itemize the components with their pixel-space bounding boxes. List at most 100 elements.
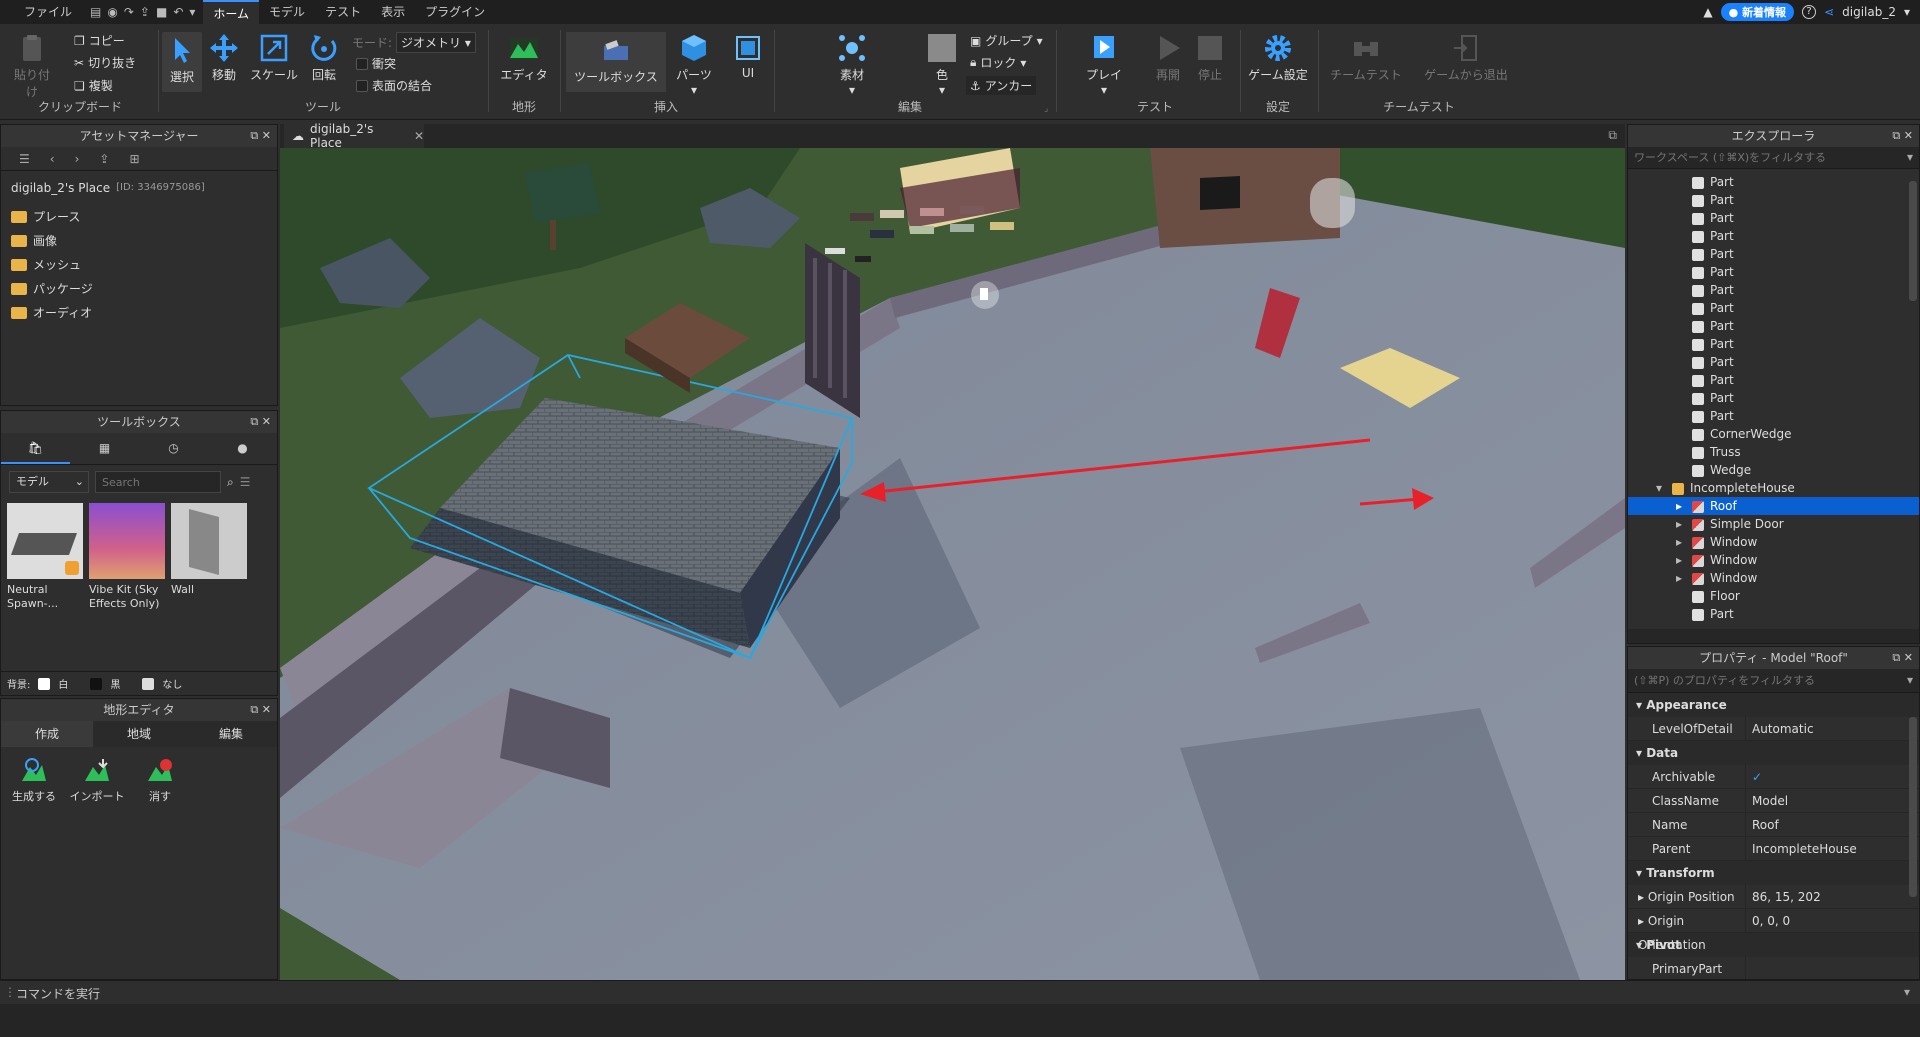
copy-button[interactable]: ❐ コピー (74, 32, 125, 49)
explorer-item[interactable]: Floor (1628, 587, 1919, 605)
menu-plugins[interactable]: プラグイン (415, 0, 495, 24)
asset-folder-places[interactable]: プレース (1, 205, 277, 229)
move-tool-button[interactable]: 移動 (204, 32, 244, 83)
asset-folder-audio[interactable]: オーディオ (1, 301, 277, 325)
explorer-item[interactable]: Part (1628, 281, 1919, 299)
generate-button[interactable]: 生成する (9, 757, 59, 804)
ui-button[interactable]: UI (728, 32, 768, 80)
import-icon[interactable]: ⇪ (99, 152, 109, 166)
explorer-item[interactable]: Part (1628, 191, 1919, 209)
explorer-item[interactable]: Part (1628, 371, 1919, 389)
properties-scrollbar[interactable] (1909, 717, 1917, 897)
lock-button[interactable]: 🔒︎ ロック ▾ (970, 54, 1026, 71)
chevron-down-icon[interactable]: ▾ (939, 83, 945, 97)
chevron-down-icon[interactable]: ▾ (691, 83, 697, 97)
clear-button[interactable]: 消す (135, 757, 185, 804)
new-file-icon[interactable]: ▤ (90, 5, 101, 19)
explorer-hscrollbar[interactable] (1628, 629, 1919, 643)
user-name[interactable]: digilab_2 (1842, 5, 1896, 19)
explorer-item[interactable]: ▸ Roof (1628, 497, 1919, 515)
command-label[interactable]: コマンドを実行 (16, 985, 100, 1002)
resume-button[interactable]: 再開 (1148, 32, 1188, 83)
menu-model[interactable]: モデル (259, 0, 315, 24)
tab-inventory[interactable]: ▦ (70, 433, 139, 464)
redo-icon[interactable]: ↷ (124, 5, 134, 19)
checkmark-icon[interactable]: ✓ (1746, 765, 1762, 788)
explorer-item[interactable]: ▾ IncompleteHouse (1628, 479, 1919, 497)
property-row[interactable]: Parent IncompleteHouse (1628, 837, 1919, 861)
close-icon[interactable]: ✕ (414, 129, 424, 143)
undo-icon[interactable]: ↶ (173, 5, 183, 19)
team-test-button[interactable]: チームテスト (1326, 32, 1406, 83)
chevron-right-icon[interactable]: ▸ (1638, 890, 1644, 904)
filter-icon[interactable]: ☰ (240, 471, 251, 493)
chevron-down-icon[interactable]: ▾ (1907, 150, 1913, 164)
mode-dropdown[interactable]: ジオメトリ ▾ (396, 32, 476, 53)
game-settings-button[interactable]: ゲーム設定 (1244, 32, 1312, 83)
stop-button[interactable]: 停止 (1190, 32, 1230, 83)
chevron-down-icon[interactable]: ▾ (1904, 985, 1910, 999)
explorer-item[interactable]: ▸ Simple Door (1628, 515, 1919, 533)
tab-marketplace[interactable]: 🛍︎ (1, 433, 70, 464)
explorer-item[interactable]: Part (1628, 317, 1919, 335)
explorer-item[interactable]: Part (1628, 173, 1919, 191)
explorer-item[interactable]: Part (1628, 227, 1919, 245)
publish-icon[interactable]: ⇪ (140, 5, 150, 19)
properties-filter-input[interactable] (1628, 669, 1919, 693)
explorer-item[interactable]: ▸ Window (1628, 569, 1919, 587)
chevron-down-icon[interactable]: ▾ (849, 83, 855, 97)
stop-square-icon[interactable]: ■ (156, 5, 167, 19)
duplicate-button[interactable]: ❏ 複製 (74, 77, 113, 94)
checkbox[interactable] (356, 57, 368, 70)
explorer-item[interactable]: Part (1628, 335, 1919, 353)
property-row[interactable]: ▸ Origin Position 86, 15, 202 (1628, 885, 1919, 909)
mode-selector[interactable]: モード: ジオメトリ ▾ (352, 32, 476, 53)
section-transform[interactable]: ▾ Transform (1628, 861, 1919, 885)
explorer-item[interactable]: Part (1628, 407, 1919, 425)
tab-place[interactable]: ☁ digilab_2's Place ✕ (284, 122, 424, 150)
bg-none-swatch[interactable] (142, 677, 155, 690)
tab-creations[interactable]: ● (208, 433, 277, 464)
explorer-item[interactable]: Part (1628, 389, 1919, 407)
toolbox-item[interactable]: Neutral Spawn-... (7, 503, 83, 611)
explorer-item[interactable]: CornerWedge (1628, 425, 1919, 443)
exit-game-button[interactable]: ゲームから退出 (1418, 32, 1514, 83)
chevron-down-icon[interactable]: ▾ (189, 5, 195, 19)
chevron-right-icon[interactable]: ▸ (1638, 914, 1644, 928)
group-button[interactable]: ▣ グループ ▾ (970, 32, 1043, 49)
explorer-item[interactable]: ▸ Window (1628, 533, 1919, 551)
forward-icon[interactable]: › (75, 152, 80, 166)
panel-controls[interactable]: ⧉ ✕ (250, 411, 271, 433)
explorer-item[interactable]: Part (1628, 263, 1919, 281)
menu-home[interactable]: ホーム (203, 0, 260, 24)
import-button[interactable]: インポート (67, 757, 127, 804)
tab-edit[interactable]: 編集 (185, 721, 277, 747)
panel-controls[interactable]: ⧉ ✕ (1892, 125, 1913, 147)
collapse-ribbon-icon[interactable]: ▲ (1703, 5, 1712, 19)
3d-viewport[interactable] (280, 148, 1625, 980)
toolbox-item[interactable]: Wall (171, 503, 247, 611)
search-icon[interactable]: ⌕ (227, 471, 234, 493)
color-button[interactable]: 色 ▾ (922, 32, 962, 97)
toolbox-button[interactable]: ツールボックス (566, 32, 666, 92)
chevron-right-icon[interactable]: ▸ (1676, 515, 1692, 533)
menu-file[interactable]: ファイル (14, 0, 82, 24)
toolbox-item[interactable]: Vibe Kit (Sky Effects Only) (89, 503, 165, 611)
explorer-item[interactable]: Part (1628, 353, 1919, 371)
chevron-down-icon[interactable]: ▾ (1656, 479, 1672, 497)
bg-black-swatch[interactable] (90, 677, 103, 690)
back-icon[interactable]: ‹ (50, 152, 55, 166)
checkbox[interactable] (356, 79, 368, 92)
explorer-item[interactable]: Wedge (1628, 461, 1919, 479)
explorer-item[interactable]: Part (1628, 209, 1919, 227)
part-button[interactable]: パーツ ▾ (672, 32, 716, 97)
explorer-item[interactable]: Part (1628, 245, 1919, 263)
binoculars-icon[interactable]: ◉ (107, 5, 117, 19)
anchor-button[interactable]: ⚓︎ アンカー (966, 76, 1037, 95)
view-cube[interactable] (1310, 178, 1355, 228)
explorer-filter-input[interactable] (1628, 147, 1919, 169)
chevron-right-icon[interactable]: ▸ (1676, 497, 1692, 515)
chevron-down-icon[interactable]: ▾ (1907, 673, 1913, 687)
share-icon[interactable]: ⋖ (1824, 5, 1834, 19)
chevron-right-icon[interactable]: ▸ (1676, 551, 1692, 569)
